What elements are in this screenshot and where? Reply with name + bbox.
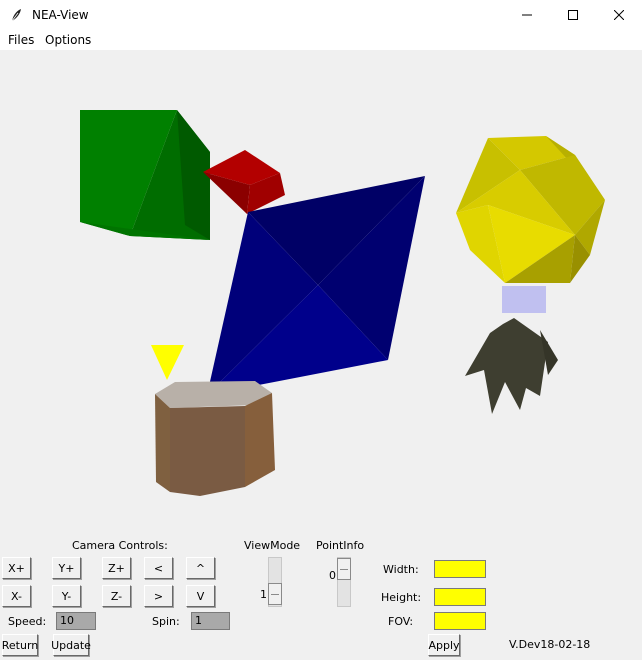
yellow-icosahedron-shape [456, 136, 605, 283]
y-minus-button[interactable]: Y- [52, 585, 81, 607]
yellow-cone-shape [151, 345, 184, 380]
close-button[interactable] [596, 0, 642, 30]
minimize-icon [522, 14, 532, 16]
apply-button[interactable]: Apply [428, 634, 460, 656]
update-button[interactable]: Update [51, 634, 91, 656]
title-bar: NEA-View [0, 0, 642, 30]
pointinfo-label: PointInfo [316, 539, 365, 552]
brown-prism-shape [155, 381, 275, 496]
height-field[interactable] [434, 588, 486, 606]
menu-options[interactable]: Options [45, 33, 91, 47]
x-plus-button[interactable]: X+ [2, 557, 31, 579]
maximize-icon [568, 10, 578, 20]
fov-field[interactable] [434, 612, 486, 630]
spin-label: Spin: [152, 615, 180, 628]
pointinfo-slider-thumb[interactable] [337, 558, 351, 580]
rotate-left-button[interactable]: < [144, 557, 173, 579]
viewmode-value: 1 [260, 588, 267, 601]
pointinfo-value: 0 [329, 569, 336, 582]
x-minus-button[interactable]: X- [2, 585, 31, 607]
feather-icon [11, 9, 21, 22]
rotate-right-button[interactable]: > [144, 585, 173, 607]
lavender-block-shape [502, 286, 546, 313]
speed-field[interactable]: 10 [56, 612, 96, 630]
height-label: Height: [381, 591, 422, 604]
viewport-canvas[interactable] [0, 50, 642, 532]
viewmode-slider-thumb[interactable] [268, 583, 282, 605]
z-minus-button[interactable]: Z- [102, 585, 131, 607]
rotate-down-button[interactable]: V [186, 585, 215, 607]
y-plus-button[interactable]: Y+ [52, 557, 81, 579]
width-label: Width: [383, 563, 419, 576]
menu-files[interactable]: Files [8, 33, 34, 47]
blue-octahedron-shape [207, 176, 425, 395]
window-title: NEA-View [32, 8, 89, 22]
fov-label: FOV: [388, 615, 414, 628]
spin-field[interactable]: 1 [191, 612, 230, 630]
minimize-button[interactable] [504, 0, 550, 30]
menu-bar: Files Options [0, 30, 642, 50]
speed-label: Speed: [8, 615, 47, 628]
close-icon [614, 10, 624, 20]
scene-render [80, 110, 605, 496]
dark-fins-shape [465, 318, 558, 414]
camera-controls-label: Camera Controls: [72, 539, 168, 552]
width-field[interactable] [434, 560, 486, 578]
red-octahedron-shape [203, 150, 285, 214]
green-pyramid-shape [80, 110, 210, 240]
version-label: V.Dev18-02-18 [509, 638, 591, 651]
rotate-up-button[interactable]: ^ [186, 557, 215, 579]
z-plus-button[interactable]: Z+ [102, 557, 131, 579]
viewmode-label: ViewMode [244, 539, 301, 552]
maximize-button[interactable] [550, 0, 596, 30]
return-button[interactable]: Return [2, 634, 38, 656]
